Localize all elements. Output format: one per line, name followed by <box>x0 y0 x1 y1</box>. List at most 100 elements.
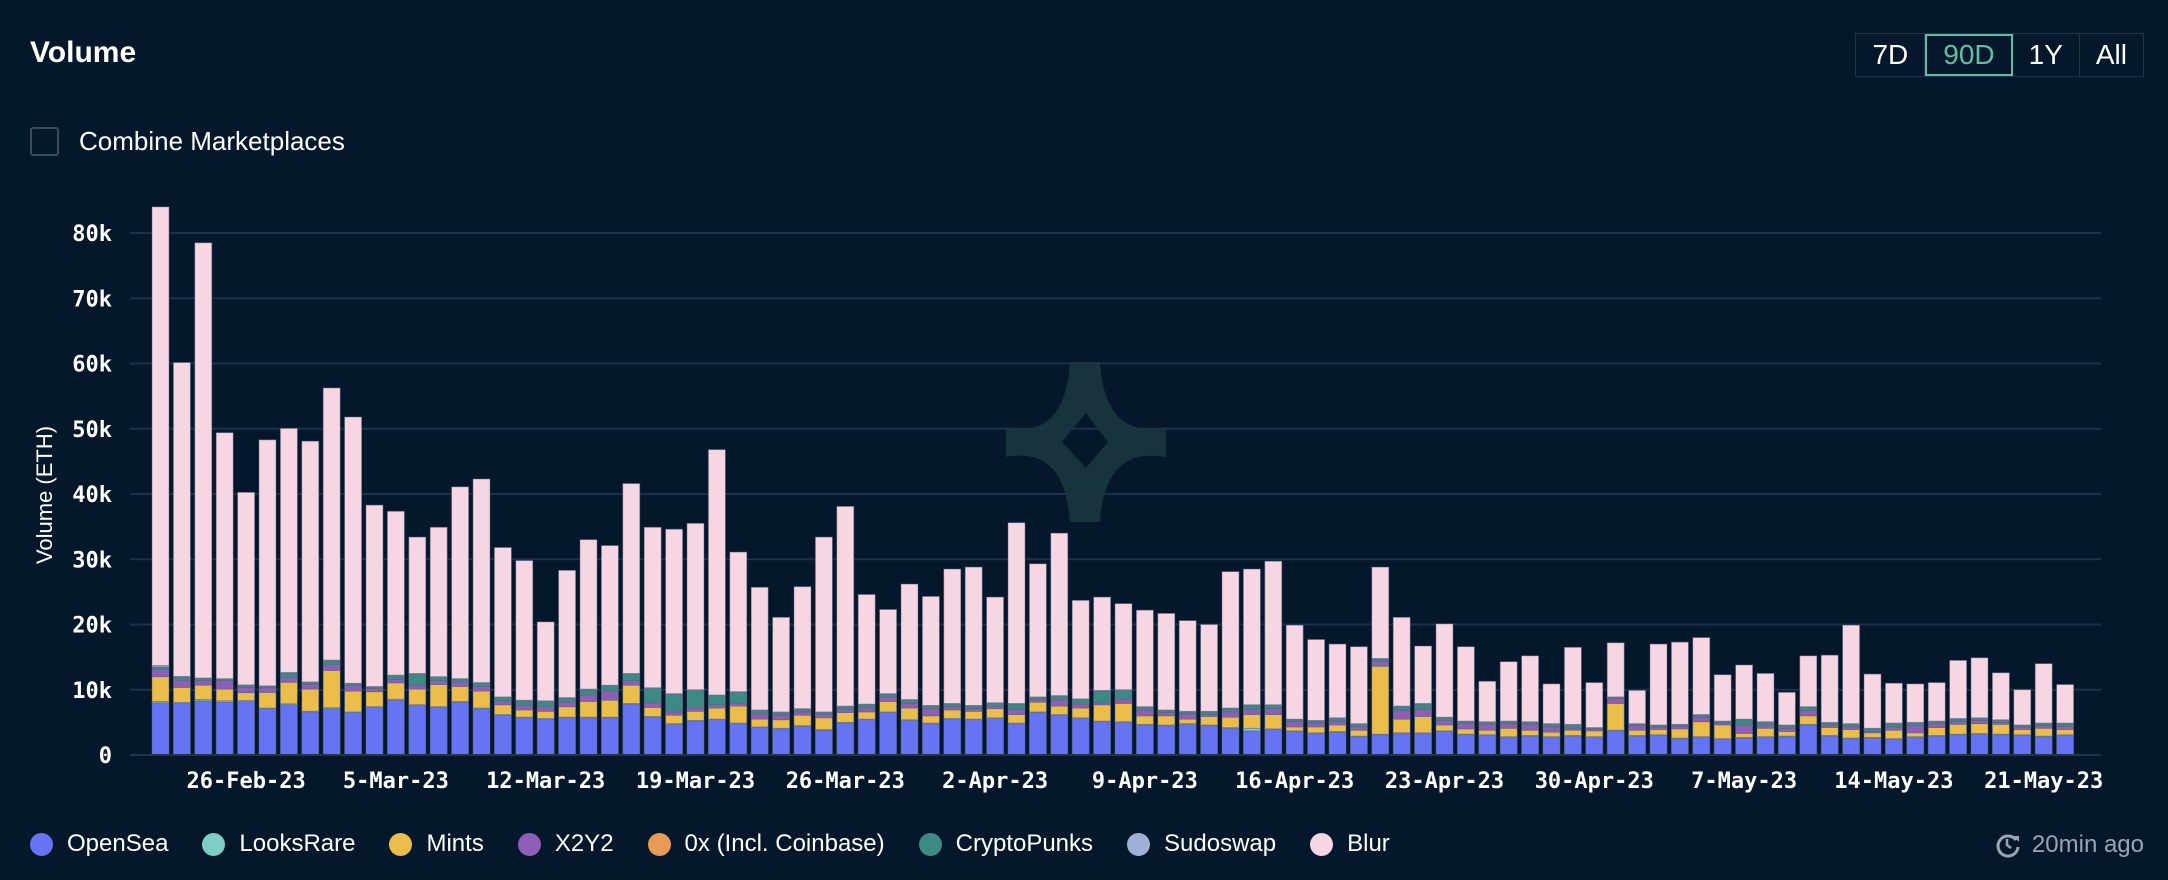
bar-segment-mints[interactable] <box>301 688 320 712</box>
bar-segment-opensea[interactable] <box>194 700 213 756</box>
bar-segment-opensea[interactable] <box>922 723 940 756</box>
bar-segment-cryptopunks[interactable] <box>857 704 876 709</box>
bar-segment-mints[interactable] <box>237 692 256 701</box>
bar-segment-opensea[interactable] <box>836 722 855 756</box>
bar-segment-mints[interactable] <box>622 684 641 704</box>
bar-segment-opensea[interactable] <box>1692 736 1711 756</box>
bar-segment-x2y2[interactable] <box>386 679 405 684</box>
bar-segment-x2y2[interactable] <box>1264 708 1283 715</box>
bar-segment-x2y2[interactable] <box>1221 711 1240 718</box>
bar-segment-mints[interactable] <box>1606 703 1625 731</box>
bar-segment-mints[interactable] <box>2056 729 2075 736</box>
bar-segment-opensea[interactable] <box>1007 723 1026 756</box>
bar-segment-cryptopunks[interactable] <box>1392 706 1411 712</box>
bar-segment-blur[interactable] <box>1307 639 1325 721</box>
bar-stack[interactable] <box>1649 643 1668 756</box>
bar-stack[interactable] <box>472 478 491 756</box>
bar-segment-mints[interactable] <box>1842 729 1860 739</box>
bar-segment-blur[interactable] <box>1435 623 1454 718</box>
bar-stack[interactable] <box>558 569 576 756</box>
bar-stack[interactable] <box>1756 673 1775 756</box>
bar-segment-opensea[interactable] <box>172 703 191 756</box>
bar-segment-x2y2[interactable] <box>1906 725 1925 734</box>
bar-segment-mints[interactable] <box>1114 703 1133 723</box>
bar-segment-x2y2[interactable] <box>1007 708 1026 715</box>
bar-stack[interactable] <box>1328 643 1347 756</box>
bar-stack[interactable] <box>1692 637 1711 756</box>
bar-segment-blur[interactable] <box>472 478 491 683</box>
bar-segment-mints[interactable] <box>1178 718 1197 725</box>
bar-segment-x2y2[interactable] <box>472 686 491 692</box>
bar-segment-x2y2[interactable] <box>1392 710 1411 720</box>
bar-segment-opensea[interactable] <box>1820 735 1839 756</box>
bar-segment-opensea[interactable] <box>1564 735 1582 756</box>
bar-segment-blur[interactable] <box>1949 659 1967 719</box>
bar-segment-mints[interactable] <box>1392 718 1411 734</box>
bar-segment-x2y2[interactable] <box>515 705 534 711</box>
bar-stack[interactable] <box>964 566 983 756</box>
bar-segment-blur[interactable] <box>1093 596 1111 691</box>
bar-segment-x2y2[interactable] <box>536 706 555 712</box>
bar-stack[interactable] <box>451 486 470 756</box>
bar-stack[interactable] <box>258 439 277 756</box>
bar-segment-blur[interactable] <box>258 439 277 687</box>
bar-segment-opensea[interactable] <box>558 717 576 756</box>
bar-segment-x2y2[interactable] <box>815 714 833 719</box>
bar-segment-blur[interactable] <box>1628 690 1646 725</box>
bar-segment-opensea[interactable] <box>1350 736 1368 756</box>
bar-segment-mints[interactable] <box>344 690 363 713</box>
bar-segment-x2y2[interactable] <box>1350 726 1368 731</box>
bar-segment-opensea[interactable] <box>1499 736 1518 756</box>
bar-segment-cryptopunks[interactable] <box>622 673 641 682</box>
bar-segment-blur[interactable] <box>1542 683 1561 725</box>
bar-segment-opensea[interactable] <box>1178 723 1197 756</box>
bar-segment-x2y2[interactable] <box>1136 709 1154 717</box>
bar-segment-x2y2[interactable] <box>1885 726 1903 731</box>
bar-segment-mints[interactable] <box>986 708 1004 719</box>
bar-segment-blur[interactable] <box>2034 663 2053 724</box>
bar-segment-cryptopunks[interactable] <box>686 690 705 709</box>
bar-stack[interactable] <box>194 242 213 756</box>
bar-segment-opensea[interactable] <box>1029 712 1047 756</box>
bar-segment-opensea[interactable] <box>215 701 234 756</box>
bar-segment-opensea[interactable] <box>729 723 748 756</box>
bar-segment-opensea[interactable] <box>1863 737 1882 756</box>
bar-segment-mints[interactable] <box>1478 729 1497 736</box>
bar-segment-blur[interactable] <box>772 616 790 713</box>
bar-segment-mints[interactable] <box>1243 714 1261 729</box>
bar-segment-opensea[interactable] <box>1136 724 1154 756</box>
bar-stack[interactable] <box>943 568 962 756</box>
bar-segment-x2y2[interactable] <box>1285 721 1304 728</box>
bar-stack[interactable] <box>1542 683 1561 756</box>
bar-segment-mints[interactable] <box>1820 727 1839 736</box>
bar-segment-blur[interactable] <box>344 416 363 684</box>
bar-segment-blur[interactable] <box>1606 642 1625 698</box>
bar-segment-blur[interactable] <box>1713 674 1732 722</box>
bar-stack[interactable] <box>793 586 812 756</box>
bar-segment-opensea[interactable] <box>943 718 962 756</box>
bar-segment-mints[interactable] <box>1200 716 1218 726</box>
bar-segment-blur[interactable] <box>708 449 726 696</box>
bar-stack[interactable] <box>1136 609 1154 756</box>
bar-segment-cryptopunks[interactable] <box>1114 690 1133 700</box>
bar-stack[interactable] <box>1435 623 1454 756</box>
bar-segment-x2y2[interactable] <box>1628 725 1646 731</box>
bar-segment-opensea[interactable] <box>386 699 405 756</box>
bar-segment-mints[interactable] <box>1350 729 1368 737</box>
bar-segment-blur[interactable] <box>986 596 1004 704</box>
bar-stack[interactable] <box>1371 566 1390 756</box>
bar-segment-blur[interactable] <box>1392 616 1411 707</box>
bar-segment-mints[interactable] <box>515 709 534 718</box>
bar-stack[interactable] <box>344 416 363 756</box>
bar-stack[interactable] <box>151 206 170 756</box>
bar-segment-blur[interactable] <box>1799 655 1818 708</box>
bar-segment-x2y2[interactable] <box>643 702 662 708</box>
bar-segment-mints[interactable] <box>1735 733 1753 738</box>
bar-segment-cryptopunks[interactable] <box>601 685 619 692</box>
bar-segment-opensea[interactable] <box>622 703 641 756</box>
bar-stack[interactable] <box>1671 641 1689 756</box>
bar-segment-x2y2[interactable] <box>1328 720 1347 726</box>
bar-segment-mints[interactable] <box>579 701 598 718</box>
bar-segment-opensea[interactable] <box>1799 724 1818 756</box>
bar-segment-x2y2[interactable] <box>558 701 576 708</box>
